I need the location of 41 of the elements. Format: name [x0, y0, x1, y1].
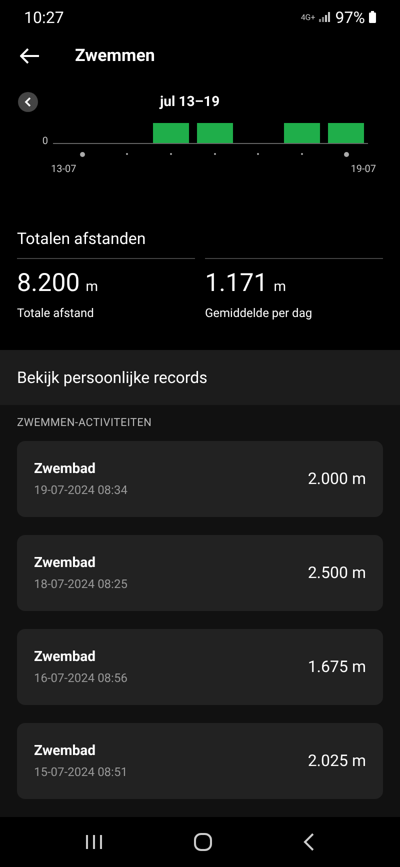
stat-value: 8.200 [17, 268, 80, 298]
activity-date: 15-07-2024 08:51 [34, 764, 128, 779]
chevron-left-icon [24, 97, 32, 108]
x-axis-label: 13-07 [51, 164, 76, 176]
battery-percent: 97% [335, 8, 365, 27]
activity-card[interactable]: Zwembad 18-07-2024 08:25 2.500 m [17, 534, 383, 611]
network-type: 4G+ [300, 12, 316, 22]
activity-card[interactable]: Zwembad 19-07-2024 08:34 2.000 m [17, 440, 383, 517]
records-link[interactable]: Bekijk persoonlijke records [0, 350, 400, 405]
activity-date: 19-07-2024 08:34 [34, 482, 128, 497]
activity-name: Zwembad [34, 648, 97, 665]
signal-icon [319, 12, 332, 22]
activity-card[interactable]: Zwembad 15-07-2024 08:51 2.025 m [17, 722, 383, 799]
page-title: Zwemmen [75, 46, 155, 66]
activity-name: Zwembad [34, 460, 97, 477]
stat-unit: m [86, 278, 98, 295]
activity-name: Zwembad [34, 554, 97, 571]
section-heading: ZWEMMEN-ACTIVITEITEN [17, 414, 153, 431]
back-nav-icon[interactable] [302, 832, 315, 851]
back-icon[interactable] [20, 48, 40, 64]
activity-card[interactable]: Zwembad 16-07-2024 08:56 1.675 m [17, 628, 383, 705]
stat-unit: m [274, 278, 286, 295]
activity-distance: 2.500 m [308, 563, 366, 582]
activity-distance: 1.675 m [308, 657, 366, 676]
activity-name: Zwembad [34, 742, 97, 759]
x-axis-label: 19-07 [350, 164, 376, 176]
stat-label: Gemiddelde per dag [205, 306, 314, 320]
activity-distance: 2.025 m [308, 751, 366, 770]
activity-date: 18-07-2024 08:25 [34, 576, 128, 591]
activity-date: 16-07-2024 08:56 [34, 670, 128, 685]
status-time: 10:27 [24, 8, 64, 27]
previous-week-button[interactable] [18, 92, 38, 112]
section-title: Totalen afstanden [17, 228, 147, 250]
stat-label: Totale afstand [17, 306, 95, 320]
battery-icon [369, 11, 376, 24]
recent-apps-icon[interactable] [85, 834, 104, 850]
week-range: jul 13–19 [160, 94, 220, 110]
activity-distance: 2.000 m [308, 469, 366, 488]
home-icon[interactable] [194, 832, 212, 851]
stat-value: 1.171 [205, 268, 268, 298]
y-axis-label: 0 [41, 136, 49, 150]
